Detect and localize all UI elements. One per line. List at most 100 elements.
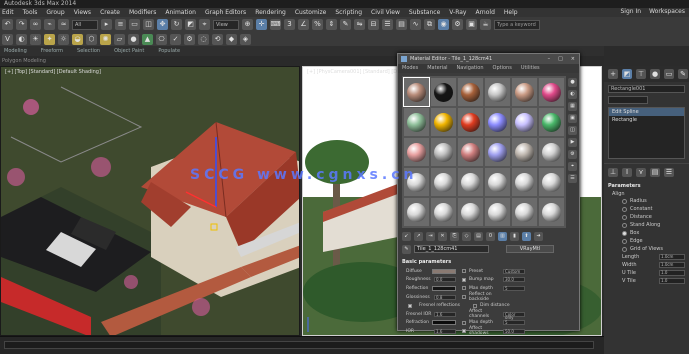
material-map-navigator-icon[interactable]: ☰ [568, 174, 577, 183]
affect-shadows-checkbox[interactable] [462, 329, 466, 334]
menu-v-ray[interactable]: V-Ray [449, 9, 466, 16]
menu-modes[interactable]: Modes [402, 64, 418, 73]
material-slot[interactable] [404, 108, 429, 136]
snap-toggle-icon[interactable]: 3 [284, 19, 295, 30]
keyword-search-input[interactable]: Type a keyword [494, 19, 540, 30]
motion-tab-icon[interactable]: ● [650, 69, 660, 79]
hierarchy-tab-icon[interactable]: ⊤ [636, 69, 646, 79]
material-slot[interactable] [539, 108, 564, 136]
menu-views[interactable]: Views [74, 9, 91, 16]
menu-navigation[interactable]: Navigation [457, 64, 484, 73]
unlink-icon[interactable]: ⌁ [44, 19, 55, 30]
radio-button[interactable] [622, 238, 627, 244]
material-slot[interactable] [512, 138, 537, 166]
ribbon-tab-populate[interactable]: Populate [158, 48, 180, 54]
material-slot[interactable] [404, 138, 429, 166]
rollout-title[interactable]: Basic parameters [402, 259, 577, 265]
material-slot[interactable] [458, 78, 483, 106]
material-slot[interactable] [512, 198, 537, 226]
material-editor-window[interactable]: Material Editor - Tile_1_128cm41 – □ × M… [397, 53, 580, 336]
show-end-result-stack-icon[interactable]: Ι [622, 168, 632, 177]
modifier-stack-item[interactable]: Edit Spline [609, 108, 684, 116]
material-slot[interactable] [404, 198, 429, 226]
video-color-check-icon[interactable]: ◫ [568, 126, 577, 135]
material-slot[interactable] [431, 138, 456, 166]
select-move-icon[interactable]: ✥ [157, 19, 168, 30]
align-icon[interactable]: ⊟ [368, 19, 379, 30]
vray-sphere-icon[interactable]: ● [128, 33, 139, 45]
rect-selection-icon[interactable]: ▭ [129, 19, 140, 30]
material-slot[interactable] [485, 168, 510, 196]
vray-sun-icon[interactable]: ☼ [58, 33, 69, 45]
menu-customize[interactable]: Customize [295, 9, 327, 16]
parameters-rollout-title[interactable]: Parameters [608, 183, 685, 189]
align-option[interactable]: Grid of Views [608, 245, 685, 253]
keyboard-shortcut-icon[interactable]: ⌨ [270, 19, 281, 30]
max-depth-spinner[interactable]: 5 [503, 285, 525, 291]
go-forward-sibling-icon[interactable]: ➜ [534, 231, 543, 241]
menu-edit[interactable]: Edit [2, 9, 14, 16]
size-field-spinner[interactable]: 1.0cm [659, 262, 685, 268]
placement-icon[interactable]: ⌖ [199, 19, 210, 30]
material-slot[interactable] [512, 108, 537, 136]
diffuse-map-button[interactable] [462, 269, 466, 274]
window-crossing-icon[interactable]: ◫ [143, 19, 154, 30]
maximize-icon[interactable]: □ [558, 54, 563, 64]
menu-graph-editors[interactable]: Graph Editors [205, 9, 246, 16]
dim-distance-checkbox[interactable] [473, 303, 477, 308]
abbe-number-spinner[interactable]: 50.0 [503, 328, 525, 334]
material-name-field[interactable]: Tile_1_128cm41 [414, 245, 489, 253]
selection-filter-dropdown[interactable]: All [72, 19, 98, 30]
ribbon-tab-selection[interactable]: Selection [77, 48, 100, 54]
viewport-top-label[interactable]: [+] [Top] [Standard] [Default Shading] [5, 69, 101, 75]
material-slot[interactable] [431, 168, 456, 196]
close-icon[interactable]: × [571, 54, 575, 64]
material-slot[interactable] [458, 138, 483, 166]
align-option[interactable]: Constant [608, 205, 685, 213]
layer-manager-icon[interactable]: ☰ [382, 19, 393, 30]
vray-plane-icon[interactable]: ▱ [114, 33, 125, 45]
get-material-icon[interactable]: ↙ [402, 231, 411, 241]
material-editor-icon[interactable]: ◉ [438, 19, 449, 30]
affect-channels-dropdown[interactable]: Color only [503, 311, 525, 319]
reflect-backside-checkbox[interactable] [462, 295, 466, 300]
vray-decal-icon[interactable]: ◈ [240, 33, 251, 45]
vray-scene-converter-icon[interactable]: ⟲ [212, 33, 223, 45]
vray-camera-icon[interactable]: ⎔ [156, 33, 167, 45]
size-field-spinner[interactable]: 1.0 [659, 278, 685, 284]
named-selection-icon[interactable]: ✎ [340, 19, 351, 30]
align-option[interactable]: Stand Along [608, 221, 685, 229]
link-icon[interactable]: ∞ [30, 19, 41, 30]
assign-to-selection-icon[interactable]: ⇥ [426, 231, 435, 241]
show-end-result-icon[interactable]: ▮ [510, 231, 519, 241]
viewport-top[interactable]: [+] [Top] [Standard] [Default Shading] [0, 66, 300, 336]
ribbon-tab-modeling[interactable]: Modeling [4, 48, 27, 54]
glossiness-spinner[interactable]: 0.8 [434, 294, 456, 300]
refraction-map-button[interactable] [462, 320, 466, 325]
select-rotate-icon[interactable]: ↻ [171, 19, 182, 30]
display-tab-icon[interactable]: ▭ [664, 69, 674, 79]
radio-button[interactable] [622, 230, 627, 236]
minimize-icon[interactable]: – [548, 54, 551, 64]
angle-snap-icon[interactable]: ∠ [298, 19, 309, 30]
radio-button[interactable] [622, 214, 627, 220]
put-to-scene-icon[interactable]: ↗ [414, 231, 423, 241]
diffuse-color-swatch[interactable] [432, 268, 456, 274]
reflection-map-button[interactable] [462, 286, 466, 291]
select-scale-icon[interactable]: ◩ [185, 19, 196, 30]
fresnel-checkbox[interactable] [408, 303, 412, 308]
bump-map-spinner[interactable]: 30.0 [503, 277, 525, 283]
undo-icon[interactable]: ↶ [2, 19, 13, 30]
material-slot[interactable] [539, 78, 564, 106]
material-slot[interactable] [431, 78, 456, 106]
bump-map-checkbox[interactable] [462, 277, 466, 282]
material-slot[interactable] [458, 198, 483, 226]
reset-map-icon[interactable]: ✕ [438, 231, 447, 241]
show-shaded-material-icon[interactable]: ▥ [498, 231, 507, 241]
pick-material-icon[interactable]: ✎ [402, 244, 411, 254]
select-manipulate-icon[interactable]: ✛ [256, 19, 267, 30]
pin-stack-icon[interactable]: ⊥ [608, 168, 618, 177]
utilities-tab-icon[interactable]: ✎ [678, 69, 688, 79]
menu-civil-view[interactable]: Civil View [371, 9, 400, 16]
schematic-view-icon[interactable]: ⧉ [424, 19, 435, 30]
